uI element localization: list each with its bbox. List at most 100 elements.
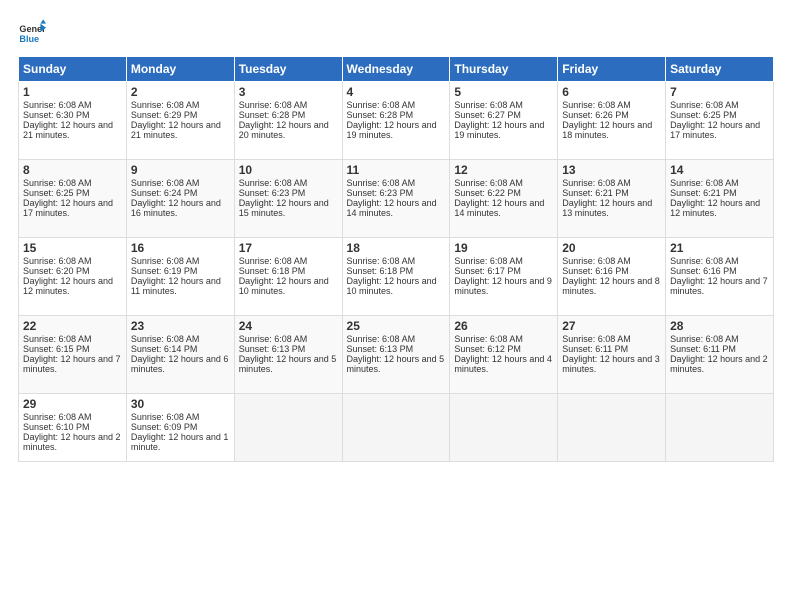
day-number: 1 xyxy=(23,85,122,99)
calendar-cell: 22 Sunrise: 6:08 AM Sunset: 6:15 PM Dayl… xyxy=(19,316,127,394)
daylight-label: Daylight: 12 hours and 20 minutes. xyxy=(239,120,329,140)
sunrise-label: Sunrise: 6:08 AM xyxy=(239,256,308,266)
day-number: 19 xyxy=(454,241,553,255)
calendar-cell: 8 Sunrise: 6:08 AM Sunset: 6:25 PM Dayli… xyxy=(19,160,127,238)
sunset-label: Sunset: 6:27 PM xyxy=(454,110,521,120)
calendar-cell: 2 Sunrise: 6:08 AM Sunset: 6:29 PM Dayli… xyxy=(126,82,234,160)
sunset-label: Sunset: 6:30 PM xyxy=(23,110,90,120)
sunrise-label: Sunrise: 6:08 AM xyxy=(23,412,92,422)
sunset-label: Sunset: 6:11 PM xyxy=(670,344,736,354)
page: General Blue SundayMondayTuesdayWednesda… xyxy=(0,0,792,472)
sunrise-label: Sunrise: 6:08 AM xyxy=(239,178,308,188)
calendar-cell xyxy=(234,394,342,462)
sunset-label: Sunset: 6:26 PM xyxy=(562,110,629,120)
daylight-label: Daylight: 12 hours and 2 minutes. xyxy=(670,354,768,374)
day-number: 15 xyxy=(23,241,122,255)
sunset-label: Sunset: 6:16 PM xyxy=(670,266,737,276)
calendar-cell: 25 Sunrise: 6:08 AM Sunset: 6:13 PM Dayl… xyxy=(342,316,450,394)
calendar-cell: 26 Sunrise: 6:08 AM Sunset: 6:12 PM Dayl… xyxy=(450,316,558,394)
daylight-label: Daylight: 12 hours and 17 minutes. xyxy=(670,120,760,140)
sunset-label: Sunset: 6:22 PM xyxy=(454,188,521,198)
daylight-label: Daylight: 12 hours and 3 minutes. xyxy=(562,354,660,374)
sunset-label: Sunset: 6:13 PM xyxy=(239,344,306,354)
day-number: 10 xyxy=(239,163,338,177)
sunset-label: Sunset: 6:15 PM xyxy=(23,344,90,354)
sunrise-label: Sunrise: 6:08 AM xyxy=(562,256,631,266)
daylight-label: Daylight: 12 hours and 12 minutes. xyxy=(670,198,760,218)
sunset-label: Sunset: 6:28 PM xyxy=(239,110,306,120)
sunset-label: Sunset: 6:21 PM xyxy=(562,188,629,198)
sunrise-label: Sunrise: 6:08 AM xyxy=(131,178,200,188)
day-number: 5 xyxy=(454,85,553,99)
daylight-label: Daylight: 12 hours and 5 minutes. xyxy=(347,354,445,374)
daylight-label: Daylight: 12 hours and 15 minutes. xyxy=(239,198,329,218)
sunrise-label: Sunrise: 6:08 AM xyxy=(131,334,200,344)
daylight-label: Daylight: 12 hours and 7 minutes. xyxy=(23,354,121,374)
calendar-cell xyxy=(342,394,450,462)
day-number: 17 xyxy=(239,241,338,255)
logo-icon: General Blue xyxy=(18,18,46,46)
daylight-label: Daylight: 12 hours and 4 minutes. xyxy=(454,354,552,374)
sunrise-label: Sunrise: 6:08 AM xyxy=(239,334,308,344)
sunset-label: Sunset: 6:17 PM xyxy=(454,266,521,276)
sunset-label: Sunset: 6:13 PM xyxy=(347,344,414,354)
calendar-cell: 29 Sunrise: 6:08 AM Sunset: 6:10 PM Dayl… xyxy=(19,394,127,462)
sunrise-label: Sunrise: 6:08 AM xyxy=(347,334,416,344)
daylight-label: Daylight: 12 hours and 13 minutes. xyxy=(562,198,652,218)
calendar-cell: 1 Sunrise: 6:08 AM Sunset: 6:30 PM Dayli… xyxy=(19,82,127,160)
day-number: 30 xyxy=(131,397,230,411)
sunset-label: Sunset: 6:28 PM xyxy=(347,110,414,120)
daylight-label: Daylight: 12 hours and 19 minutes. xyxy=(454,120,544,140)
calendar-cell: 14 Sunrise: 6:08 AM Sunset: 6:21 PM Dayl… xyxy=(666,160,774,238)
weekday-header: Monday xyxy=(126,57,234,82)
sunrise-label: Sunrise: 6:08 AM xyxy=(239,100,308,110)
daylight-label: Daylight: 12 hours and 7 minutes. xyxy=(670,276,768,296)
weekday-header: Thursday xyxy=(450,57,558,82)
logo: General Blue xyxy=(18,18,50,46)
calendar-cell: 5 Sunrise: 6:08 AM Sunset: 6:27 PM Dayli… xyxy=(450,82,558,160)
day-number: 12 xyxy=(454,163,553,177)
day-number: 3 xyxy=(239,85,338,99)
sunrise-label: Sunrise: 6:08 AM xyxy=(562,178,631,188)
day-number: 18 xyxy=(347,241,446,255)
daylight-label: Daylight: 12 hours and 6 minutes. xyxy=(131,354,229,374)
calendar-cell: 19 Sunrise: 6:08 AM Sunset: 6:17 PM Dayl… xyxy=(450,238,558,316)
day-number: 26 xyxy=(454,319,553,333)
day-number: 27 xyxy=(562,319,661,333)
sunset-label: Sunset: 6:14 PM xyxy=(131,344,198,354)
sunset-label: Sunset: 6:19 PM xyxy=(131,266,198,276)
sunset-label: Sunset: 6:18 PM xyxy=(239,266,306,276)
day-number: 21 xyxy=(670,241,769,255)
day-number: 6 xyxy=(562,85,661,99)
sunrise-label: Sunrise: 6:08 AM xyxy=(23,256,92,266)
calendar-cell: 4 Sunrise: 6:08 AM Sunset: 6:28 PM Dayli… xyxy=(342,82,450,160)
daylight-label: Daylight: 12 hours and 11 minutes. xyxy=(131,276,221,296)
calendar-cell: 23 Sunrise: 6:08 AM Sunset: 6:14 PM Dayl… xyxy=(126,316,234,394)
daylight-label: Daylight: 12 hours and 1 minute. xyxy=(131,432,229,452)
sunset-label: Sunset: 6:11 PM xyxy=(562,344,628,354)
sunrise-label: Sunrise: 6:08 AM xyxy=(23,100,92,110)
calendar-cell: 20 Sunrise: 6:08 AM Sunset: 6:16 PM Dayl… xyxy=(558,238,666,316)
day-number: 4 xyxy=(347,85,446,99)
daylight-label: Daylight: 12 hours and 5 minutes. xyxy=(239,354,337,374)
sunset-label: Sunset: 6:23 PM xyxy=(347,188,414,198)
day-number: 23 xyxy=(131,319,230,333)
daylight-label: Daylight: 12 hours and 19 minutes. xyxy=(347,120,437,140)
sunset-label: Sunset: 6:09 PM xyxy=(131,422,198,432)
weekday-header: Sunday xyxy=(19,57,127,82)
svg-text:Blue: Blue xyxy=(19,34,39,44)
day-number: 25 xyxy=(347,319,446,333)
daylight-label: Daylight: 12 hours and 21 minutes. xyxy=(23,120,113,140)
sunset-label: Sunset: 6:16 PM xyxy=(562,266,629,276)
sunrise-label: Sunrise: 6:08 AM xyxy=(347,256,416,266)
daylight-label: Daylight: 12 hours and 14 minutes. xyxy=(454,198,544,218)
sunset-label: Sunset: 6:25 PM xyxy=(23,188,90,198)
daylight-label: Daylight: 12 hours and 21 minutes. xyxy=(131,120,221,140)
sunset-label: Sunset: 6:24 PM xyxy=(131,188,198,198)
daylight-label: Daylight: 12 hours and 18 minutes. xyxy=(562,120,652,140)
sunrise-label: Sunrise: 6:08 AM xyxy=(131,100,200,110)
daylight-label: Daylight: 12 hours and 10 minutes. xyxy=(347,276,437,296)
day-number: 2 xyxy=(131,85,230,99)
sunrise-label: Sunrise: 6:08 AM xyxy=(23,334,92,344)
day-number: 11 xyxy=(347,163,446,177)
